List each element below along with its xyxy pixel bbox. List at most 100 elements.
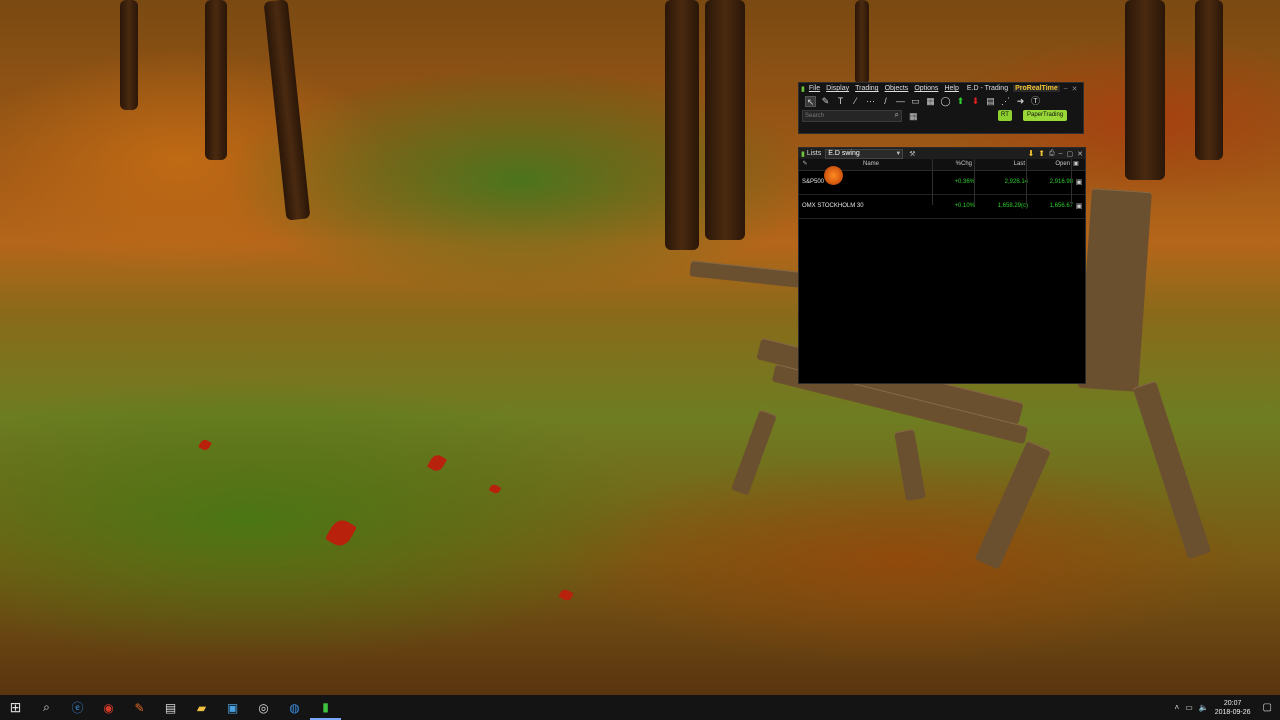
column-divider: [932, 159, 933, 205]
menu-objects[interactable]: Objects: [885, 85, 909, 92]
horizontal-line-tool-icon[interactable]: —: [895, 96, 906, 107]
sort-down-icon[interactable]: ⬇: [1028, 149, 1035, 158]
fan-tool-icon[interactable]: ⋰: [1000, 96, 1011, 107]
fibonacci-tool-icon[interactable]: ▦: [925, 96, 936, 107]
leaf: [558, 587, 574, 603]
calendar-icon[interactable]: ▦: [909, 111, 918, 122]
instrument-name[interactable]: S&P500: [799, 171, 934, 194]
search-row: Search ⌕ ▦ RT PaperTrading: [799, 108, 1083, 124]
search-input[interactable]: Search ⌕: [802, 110, 902, 122]
channel-tool-icon[interactable]: ▤: [985, 96, 996, 107]
volume-icon[interactable]: 🔈: [1199, 703, 1209, 712]
open-value: 1,656.67: [1049, 203, 1073, 209]
pointer-tool-icon[interactable]: ↖: [805, 95, 816, 107]
search-icon[interactable]: ⌕: [895, 110, 899, 120]
tree-trunk: [205, 0, 227, 160]
antivirus-icon[interactable]: ◉: [93, 695, 124, 720]
chevron-down-icon: ▼: [895, 150, 902, 157]
minimize-icon[interactable]: –: [1064, 85, 1068, 92]
menu-help[interactable]: Help: [944, 85, 958, 92]
prorealtime-main-bar: ▮ File Display Trading Objects Options H…: [798, 82, 1084, 134]
search-placeholder: Search: [805, 113, 825, 119]
column-divider: [1026, 159, 1027, 205]
bench-leg: [974, 440, 1052, 570]
order-icon[interactable]: ▣: [1073, 195, 1085, 218]
rectangle-tool-icon[interactable]: ▭: [910, 96, 921, 107]
maximize-icon[interactable]: ▢: [1067, 150, 1074, 158]
clock-date: 2018-09-26: [1214, 708, 1251, 716]
leaf: [488, 483, 502, 495]
explorer-icon[interactable]: ▤: [155, 695, 186, 720]
order-icon[interactable]: ▣: [1073, 171, 1085, 194]
column-header-pct-chg[interactable]: %Chg: [931, 159, 972, 170]
tree-trunk: [855, 0, 869, 85]
tree-trunk: [1195, 0, 1223, 160]
workspace-name[interactable]: E.D - Trading: [967, 85, 1008, 92]
leaf: [198, 438, 212, 452]
buy-arrow-icon[interactable]: ⬆: [955, 96, 966, 107]
mouse-cursor-highlight: [824, 166, 843, 185]
bench-back: [1078, 188, 1152, 392]
search-icon[interactable]: ⌕: [31, 695, 62, 720]
tree-trunk: [1125, 0, 1165, 180]
lists-title: Lists: [806, 150, 822, 157]
start-icon[interactable]: ⊞: [0, 695, 31, 720]
settings-icon[interactable]: ▣: [217, 695, 248, 720]
bench-leg: [1132, 380, 1212, 560]
bench-leg: [894, 428, 926, 502]
column-divider: [974, 159, 975, 205]
column-header-last[interactable]: Last: [972, 159, 1025, 170]
template-tool-icon[interactable]: Ⓣ: [1030, 96, 1041, 107]
desktop-wallpaper: [0, 0, 1280, 695]
segment-tool-icon[interactable]: ⋯: [865, 96, 876, 107]
notification-icon[interactable]: ▢: [1263, 702, 1272, 713]
trendline-tool-icon[interactable]: /: [880, 96, 891, 107]
browser-icon[interactable]: ◍: [279, 695, 310, 720]
clock-time: 20:07: [1223, 699, 1242, 707]
text-tool-icon[interactable]: T: [835, 96, 846, 107]
clock[interactable]: 20:07 2018-09-26: [1215, 699, 1251, 717]
ellipse-tool-icon[interactable]: ◯: [940, 96, 951, 107]
tree-trunk: [705, 0, 745, 240]
arrow-tool-icon[interactable]: ➜: [1015, 96, 1026, 107]
paint-icon[interactable]: ✎: [124, 695, 155, 720]
close-icon[interactable]: ✕: [1077, 150, 1083, 158]
menu-options[interactable]: Options: [914, 85, 938, 92]
instrument-name[interactable]: OMX STOCKHOLM 30: [799, 195, 934, 218]
pct-chg-value: +0.36%: [954, 179, 975, 185]
menu-bar: ▮ File Display Trading Objects Options H…: [799, 83, 1083, 94]
table-row[interactable]: OMX STOCKHOLM 30 +0.10% 1,658.29(c) 1,65…: [799, 195, 1085, 219]
column-header-open[interactable]: Open: [1025, 159, 1070, 170]
leaf: [324, 516, 358, 550]
wrench-icon[interactable]: ⚒: [909, 150, 915, 158]
files-icon[interactable]: ▰: [186, 695, 217, 720]
edge-icon[interactable]: ⓔ: [62, 695, 93, 720]
drawing-toolbar: ↖ ✎ T ⁄ ⋯ / — ▭ ▦ ◯ ⬆ ⬇ ▤ ⋰ ➜ Ⓣ: [799, 94, 1083, 108]
lists-title-bar: ▮ Lists E.D swing ▼ ⚒ ⬇ ⬆ ⎙ – ▢ ✕: [799, 148, 1085, 159]
menu-file[interactable]: File: [809, 85, 820, 92]
network-icon[interactable]: ◎: [248, 695, 279, 720]
paper-trading-button[interactable]: PaperTrading: [1023, 110, 1068, 121]
leaf: [426, 452, 448, 474]
open-value: 2,916.98: [1049, 179, 1073, 185]
print-icon[interactable]: ⎙: [1049, 150, 1055, 158]
system-tray: ˄ ▭ 🔈 20:07 2018-09-26 ▢: [1175, 695, 1280, 720]
selected-list-name: E.D swing: [828, 149, 860, 157]
pencil-tool-icon[interactable]: ✎: [820, 96, 831, 107]
taskbar: ⊞ ⌕ ⓔ ◉ ✎ ▤ ▰ ▣ ◎ ◍ ▮ ˄ ▭ 🔈 20:07 2018-0…: [0, 695, 1280, 720]
menu-display[interactable]: Display: [826, 85, 849, 92]
prorealtime-icon[interactable]: ▮: [310, 695, 341, 720]
minimize-icon[interactable]: –: [1059, 150, 1063, 157]
close-icon[interactable]: ✕: [1072, 85, 1078, 93]
rt-button[interactable]: RT: [998, 110, 1012, 121]
menu-trading[interactable]: Trading: [855, 85, 878, 92]
network-status-icon[interactable]: ▭: [1185, 703, 1193, 712]
line-tool-icon[interactable]: ⁄: [850, 96, 861, 107]
sort-up-icon[interactable]: ⬆: [1038, 149, 1045, 158]
edit-columns-icon[interactable]: ✎: [799, 159, 811, 170]
sell-arrow-icon[interactable]: ⬇: [970, 96, 981, 107]
lists-window: ▮ Lists E.D swing ▼ ⚒ ⬇ ⬆ ⎙ – ▢ ✕ ✎ Name…: [798, 147, 1086, 384]
tree-trunk: [263, 0, 311, 221]
list-selector-dropdown[interactable]: E.D swing ▼: [825, 148, 904, 159]
chevron-up-icon[interactable]: ˄: [1175, 703, 1180, 712]
